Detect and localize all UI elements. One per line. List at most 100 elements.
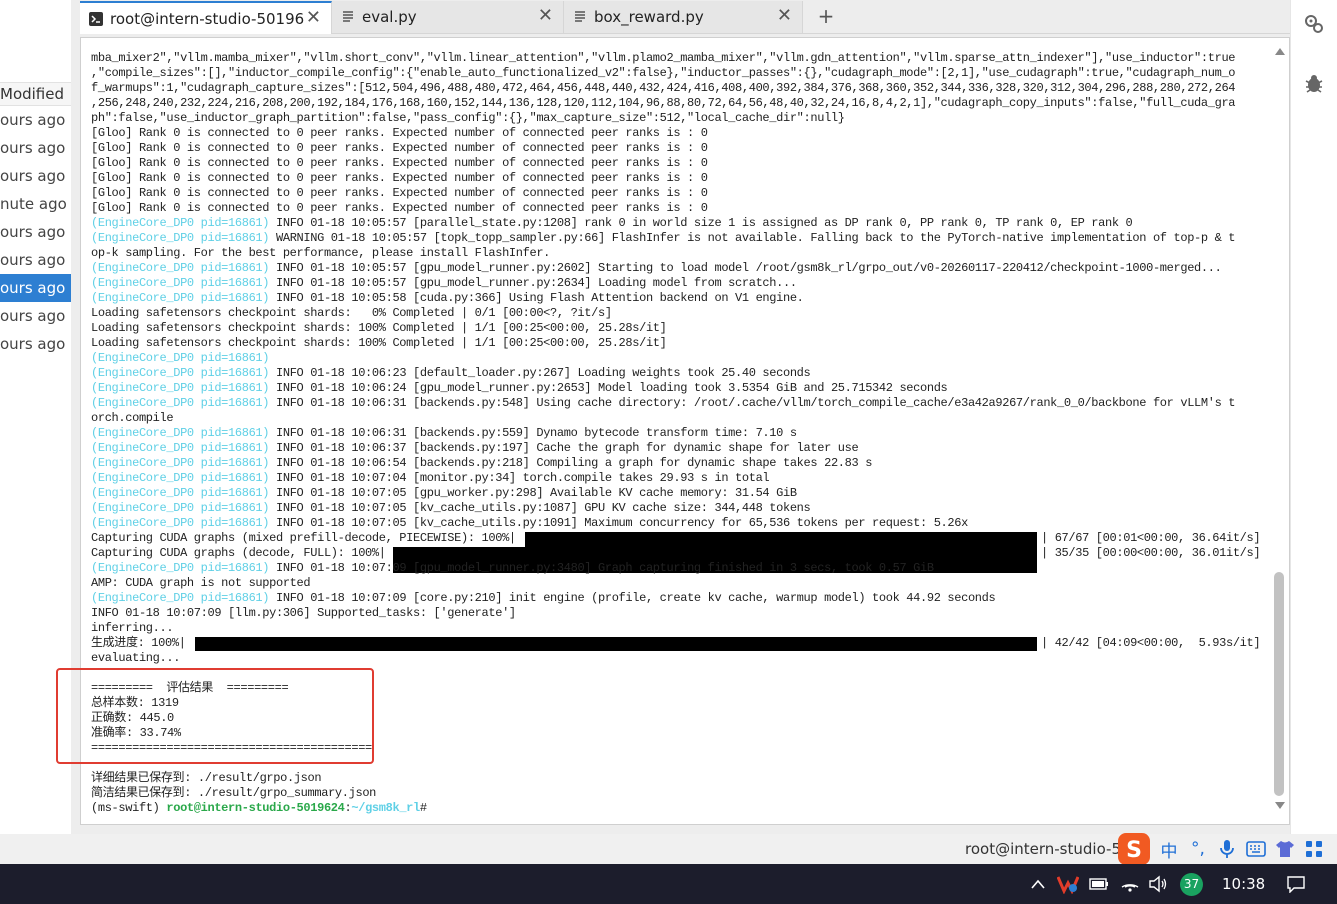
file-row-modified[interactable]: ours ago bbox=[0, 302, 71, 330]
toolbox-grid-icon[interactable] bbox=[1302, 837, 1326, 861]
tab-label: box_reward.py bbox=[594, 8, 704, 26]
engine-core-prefix: (EngineCore_DP0 pid=16861) bbox=[91, 231, 270, 245]
terminal-line: Capturing CUDA graphs (mixed prefill-dec… bbox=[91, 531, 516, 546]
ime-punctuation-icon[interactable]: °, bbox=[1186, 837, 1210, 861]
ime-toolbar: S 中 °, bbox=[1116, 832, 1331, 866]
file-row-modified[interactable]: ours ago bbox=[0, 274, 71, 302]
status-terminal-name: root@intern-studio-50 bbox=[965, 840, 1131, 858]
terminal-line: (EngineCore_DP0 pid=16861) INFO 01-18 10… bbox=[91, 291, 804, 306]
scroll-up-icon[interactable] bbox=[1275, 48, 1285, 55]
terminal-text: ,256,248,240,232,224,216,208,200,192,184… bbox=[91, 96, 1236, 110]
scrollbar-thumb[interactable] bbox=[1274, 572, 1284, 796]
terminal-text: INFO 01-18 10:06:31 [backends.py:548] Us… bbox=[269, 396, 1236, 410]
terminal-text: [Gloo] Rank 0 is connected to 0 peer ran… bbox=[91, 141, 708, 155]
file-row-modified[interactable]: nute ago bbox=[0, 190, 71, 218]
file-text-icon bbox=[341, 10, 355, 24]
engine-core-prefix: (EngineCore_DP0 pid=16861) bbox=[91, 471, 270, 485]
file-row-modified[interactable]: ours ago bbox=[0, 106, 71, 134]
sogou-ime-icon[interactable]: S bbox=[1116, 833, 1152, 865]
progress-stats: | 42/42 [04:09<00:00, 5.93s/it] bbox=[1041, 636, 1261, 650]
engine-core-prefix: (EngineCore_DP0 pid=16861) bbox=[91, 486, 270, 500]
taskbar-clock[interactable]: 10:38 bbox=[1222, 875, 1265, 893]
terminal-line: Capturing CUDA graphs (decode, FULL): 10… bbox=[91, 546, 386, 561]
right-tool-strip bbox=[1290, 0, 1337, 834]
tab-box-reward-py[interactable]: box_reward.py ✕ bbox=[564, 1, 803, 33]
microphone-icon[interactable] bbox=[1215, 837, 1239, 861]
terminal-line: (EngineCore_DP0 pid=16861) INFO 01-18 10… bbox=[91, 591, 996, 606]
battery-icon[interactable] bbox=[1089, 877, 1109, 895]
security-app-icon[interactable] bbox=[1056, 874, 1080, 898]
terminal-line: (EngineCore_DP0 pid=16861) INFO 01-18 10… bbox=[91, 516, 968, 531]
column-header-modified[interactable]: Modified bbox=[0, 82, 71, 106]
terminal-text: INFO 01-18 10:07:05 [gpu_worker.py:298] … bbox=[269, 486, 797, 500]
close-icon[interactable]: ✕ bbox=[306, 8, 321, 28]
terminal-text: INFO 01-18 10:07:04 [monitor.py:34] torc… bbox=[269, 471, 770, 485]
terminal-line: (EngineCore_DP0 pid=16861) INFO 01-18 10… bbox=[91, 501, 811, 516]
terminal-scrollbar[interactable] bbox=[1273, 46, 1287, 816]
progress-stats: | 67/67 [00:01<00:00, 36.64it/s] bbox=[1041, 531, 1261, 545]
engine-core-prefix: (EngineCore_DP0 pid=16861) bbox=[91, 516, 270, 530]
terminal-text: Capturing CUDA graphs (mixed prefill-dec… bbox=[91, 531, 516, 545]
notification-count-badge[interactable]: 37 bbox=[1180, 873, 1203, 896]
terminal-line: (EngineCore_DP0 pid=16861) INFO 01-18 10… bbox=[91, 561, 934, 576]
terminal-line: Loading safetensors checkpoint shards: 1… bbox=[91, 336, 667, 351]
terminal-line: op-k sampling. For the best performance,… bbox=[91, 246, 550, 261]
volume-icon[interactable] bbox=[1148, 875, 1168, 897]
file-row-modified[interactable]: ours ago bbox=[0, 218, 71, 246]
engine-core-prefix: (EngineCore_DP0 pid=16861) bbox=[91, 501, 270, 515]
terminal-text: INFO 01-18 10:07:09 [llm.py:306] Support… bbox=[91, 606, 516, 620]
property-inspector-icon[interactable] bbox=[1303, 13, 1325, 35]
engine-core-prefix: (EngineCore_DP0 pid=16861) bbox=[91, 396, 270, 410]
tab-eval-py[interactable]: eval.py ✕ bbox=[332, 1, 564, 33]
notification-center-icon[interactable] bbox=[1286, 875, 1306, 897]
file-row-modified[interactable]: ours ago bbox=[0, 330, 71, 358]
terminal-text: evaluating... bbox=[91, 651, 181, 665]
chevron-up-icon[interactable] bbox=[1030, 876, 1046, 894]
terminal-text: INFO 01-18 10:07:09 [core.py:210] init e… bbox=[269, 591, 996, 605]
terminal-text: Loading safetensors checkpoint shards: 0… bbox=[91, 306, 612, 320]
add-tab-button[interactable]: + bbox=[813, 1, 839, 33]
terminal-line: AMP: CUDA graph is not supported bbox=[91, 576, 311, 591]
terminal-text: INFO 01-18 10:05:57 [parallel_state.py:1… bbox=[269, 216, 1133, 230]
terminal-line: (EngineCore_DP0 pid=16861) INFO 01-18 10… bbox=[91, 456, 872, 471]
file-row-modified[interactable]: ours ago bbox=[0, 246, 71, 274]
taskbar: 37 10:38 bbox=[0, 864, 1337, 904]
terminal-line: [Gloo] Rank 0 is connected to 0 peer ran… bbox=[91, 186, 708, 201]
engine-core-prefix: (EngineCore_DP0 pid=16861) bbox=[91, 591, 270, 605]
terminal-line: (ms-swift) root@intern-studio-5019624:~/… bbox=[91, 801, 427, 816]
file-row-modified[interactable]: ours ago bbox=[0, 134, 71, 162]
terminal-text: WARNING 01-18 10:05:57 [topk_topp_sample… bbox=[269, 231, 1236, 245]
keyboard-icon[interactable] bbox=[1244, 837, 1268, 861]
terminal-line: mba_mixer2","vllm.mamba_mixer","vllm.sho… bbox=[91, 51, 1236, 66]
terminal-line: orch.compile bbox=[91, 411, 174, 426]
terminal-text: 简洁结果已保存到: ./result/grpo_summary.json bbox=[91, 786, 377, 800]
terminal-line: (EngineCore_DP0 pid=16861) INFO 01-18 10… bbox=[91, 216, 1133, 231]
terminal-line: (EngineCore_DP0 pid=16861) INFO 01-18 10… bbox=[91, 261, 1222, 276]
file-row-modified[interactable]: ours ago bbox=[0, 162, 71, 190]
engine-core-prefix: (EngineCore_DP0 pid=16861) bbox=[91, 366, 270, 380]
terminal-text: Loading safetensors checkpoint shards: 1… bbox=[91, 336, 667, 350]
debugger-icon[interactable] bbox=[1303, 73, 1325, 95]
close-icon[interactable]: ✕ bbox=[538, 6, 553, 26]
terminal-text: INFO 01-18 10:06:24 [gpu_model_runner.py… bbox=[269, 381, 948, 395]
terminal-line: (EngineCore_DP0 pid=16861) bbox=[91, 351, 269, 366]
terminal-text: Loading safetensors checkpoint shards: 1… bbox=[91, 321, 667, 335]
terminal-text: [Gloo] Rank 0 is connected to 0 peer ran… bbox=[91, 171, 708, 185]
terminal-text: 详细结果已保存到: ./result/grpo.json bbox=[91, 771, 322, 785]
engine-core-prefix: (EngineCore_DP0 pid=16861) bbox=[91, 216, 270, 230]
tab-label: root@intern-studio-50196 bbox=[110, 9, 305, 28]
scroll-down-icon[interactable] bbox=[1275, 802, 1285, 809]
close-icon[interactable]: ✕ bbox=[777, 6, 792, 26]
terminal-text: INFO 01-18 10:07:05 [kv_cache_utils.py:1… bbox=[269, 516, 968, 530]
skin-icon[interactable] bbox=[1273, 837, 1297, 861]
terminal-line: [Gloo] Rank 0 is connected to 0 peer ran… bbox=[91, 141, 708, 156]
terminal-line: (EngineCore_DP0 pid=16861) INFO 01-18 10… bbox=[91, 441, 859, 456]
terminal-line: (EngineCore_DP0 pid=16861) INFO 01-18 10… bbox=[91, 366, 811, 381]
tab-label: eval.py bbox=[362, 8, 417, 26]
results-highlight-box bbox=[56, 668, 374, 764]
terminal-line: (EngineCore_DP0 pid=16861) INFO 01-18 10… bbox=[91, 471, 770, 486]
ime-chinese-mode-icon[interactable]: 中 bbox=[1157, 837, 1181, 862]
wifi-icon[interactable] bbox=[1120, 875, 1140, 897]
tab-terminal[interactable]: root@intern-studio-50196 ✕ bbox=[80, 1, 332, 34]
terminal-text: f_warmups":1,"cudagraph_capture_sizes":[… bbox=[91, 81, 1236, 95]
